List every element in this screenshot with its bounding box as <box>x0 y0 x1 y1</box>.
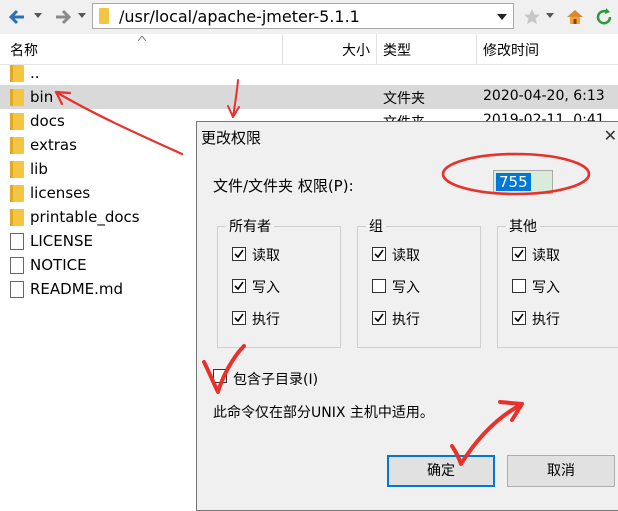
star-icon[interactable] <box>522 7 542 27</box>
path-input[interactable]: /usr/local/apache-jmeter-5.1.1 <box>92 3 514 29</box>
file-icon <box>10 233 24 250</box>
path-text: /usr/local/apache-jmeter-5.1.1 <box>119 7 360 26</box>
checkbox-label: 执行 <box>392 312 420 328</box>
folder-icon <box>10 89 24 106</box>
checkbox-label: 写入 <box>532 280 560 296</box>
group-title: 其他 <box>506 216 540 236</box>
checkbox-label: 读取 <box>392 248 420 264</box>
file-name: bin <box>30 88 54 106</box>
cancel-button[interactable]: 取消 <box>507 455 615 487</box>
other-execute-checkbox[interactable] <box>512 311 526 325</box>
checkbox-label: 写入 <box>392 280 420 296</box>
folder-icon <box>99 8 109 24</box>
back-arrow-icon[interactable] <box>6 6 28 28</box>
forward-arrow-icon[interactable] <box>52 6 74 28</box>
toolbar: /usr/local/apache-jmeter-5.1.1 <box>0 0 618 35</box>
checkbox-label: 读取 <box>252 248 280 264</box>
column-divider[interactable] <box>282 34 283 64</box>
folder-icon <box>10 113 24 130</box>
close-icon[interactable]: ✕ <box>604 126 617 145</box>
file-name: .. <box>30 64 40 82</box>
file-name: lib <box>30 160 48 178</box>
change-permissions-dialog: 更改权限 ✕ 文件/文件夹 权限(P): 755 所有者 读取 写入 执行 组 … <box>196 121 618 511</box>
column-divider[interactable] <box>476 34 477 64</box>
unix-note: 此命令仅在部分UNIX 主机中适用。 <box>213 405 434 421</box>
folder-icon <box>10 185 24 202</box>
group-execute-checkbox[interactable] <box>372 311 386 325</box>
file-icon <box>10 281 24 298</box>
folder-icon <box>10 137 24 154</box>
owner-group: 所有者 读取 写入 执行 <box>217 216 341 348</box>
file-name: printable_docs <box>30 208 140 226</box>
ok-button[interactable]: 确定 <box>387 455 495 487</box>
home-icon[interactable] <box>565 7 585 27</box>
sort-up-icon <box>138 36 146 41</box>
column-size[interactable]: 大小 <box>342 40 370 60</box>
owner-execute-checkbox[interactable] <box>232 311 246 325</box>
list-item[interactable]: .. <box>0 61 618 85</box>
dialog-title: 更改权限 <box>201 129 262 147</box>
permission-value-input[interactable]: 755 <box>493 170 553 194</box>
forward-history-chevron-icon[interactable] <box>78 13 86 18</box>
column-modified[interactable]: 修改时间 <box>483 40 539 60</box>
permission-value: 755 <box>496 173 531 191</box>
path-dropdown-icon[interactable] <box>497 14 507 20</box>
bookmark-chevron-icon[interactable] <box>546 13 554 18</box>
owner-read-checkbox[interactable] <box>232 247 246 261</box>
file-name: extras <box>30 136 77 154</box>
checkbox-label: 写入 <box>252 280 280 296</box>
file-icon <box>10 257 24 274</box>
group-group: 组 读取 写入 执行 <box>357 216 481 348</box>
back-history-chevron-icon[interactable] <box>34 13 42 18</box>
file-date: 2020-04-20, 6:13 <box>483 88 605 104</box>
group-read-checkbox[interactable] <box>372 247 386 261</box>
file-name: licenses <box>30 184 91 202</box>
group-title: 所有者 <box>226 216 274 236</box>
column-name[interactable]: 名称 <box>10 40 38 60</box>
permission-label: 文件/文件夹 权限(P): <box>213 177 354 195</box>
checkbox-label: 读取 <box>532 248 560 264</box>
group-title: 组 <box>366 216 386 236</box>
file-name: NOTICE <box>30 256 87 274</box>
other-group: 其他 读取 写入 执行 <box>497 216 618 348</box>
folder-icon <box>10 161 24 178</box>
include-subdirectories-checkbox[interactable] <box>213 369 227 383</box>
folder-icon <box>10 209 24 226</box>
owner-write-checkbox[interactable] <box>232 279 246 293</box>
checkbox-label: 执行 <box>532 312 560 328</box>
list-item[interactable]: bin 文件夹 2020-04-20, 6:13 <box>0 85 618 109</box>
column-type[interactable]: 类型 <box>383 40 411 60</box>
column-divider[interactable] <box>376 34 377 64</box>
file-type: 文件夹 <box>383 91 425 107</box>
checkbox-label: 执行 <box>252 312 280 328</box>
file-name: README.md <box>30 280 124 298</box>
other-write-checkbox[interactable] <box>512 279 526 293</box>
file-name: docs <box>30 112 65 130</box>
folder-icon <box>10 65 24 82</box>
other-read-checkbox[interactable] <box>512 247 526 261</box>
group-write-checkbox[interactable] <box>372 279 386 293</box>
include-subdirectories-label: 包含子目录(I) <box>233 372 319 388</box>
refresh-icon[interactable] <box>594 7 614 27</box>
file-name: LICENSE <box>30 232 93 250</box>
